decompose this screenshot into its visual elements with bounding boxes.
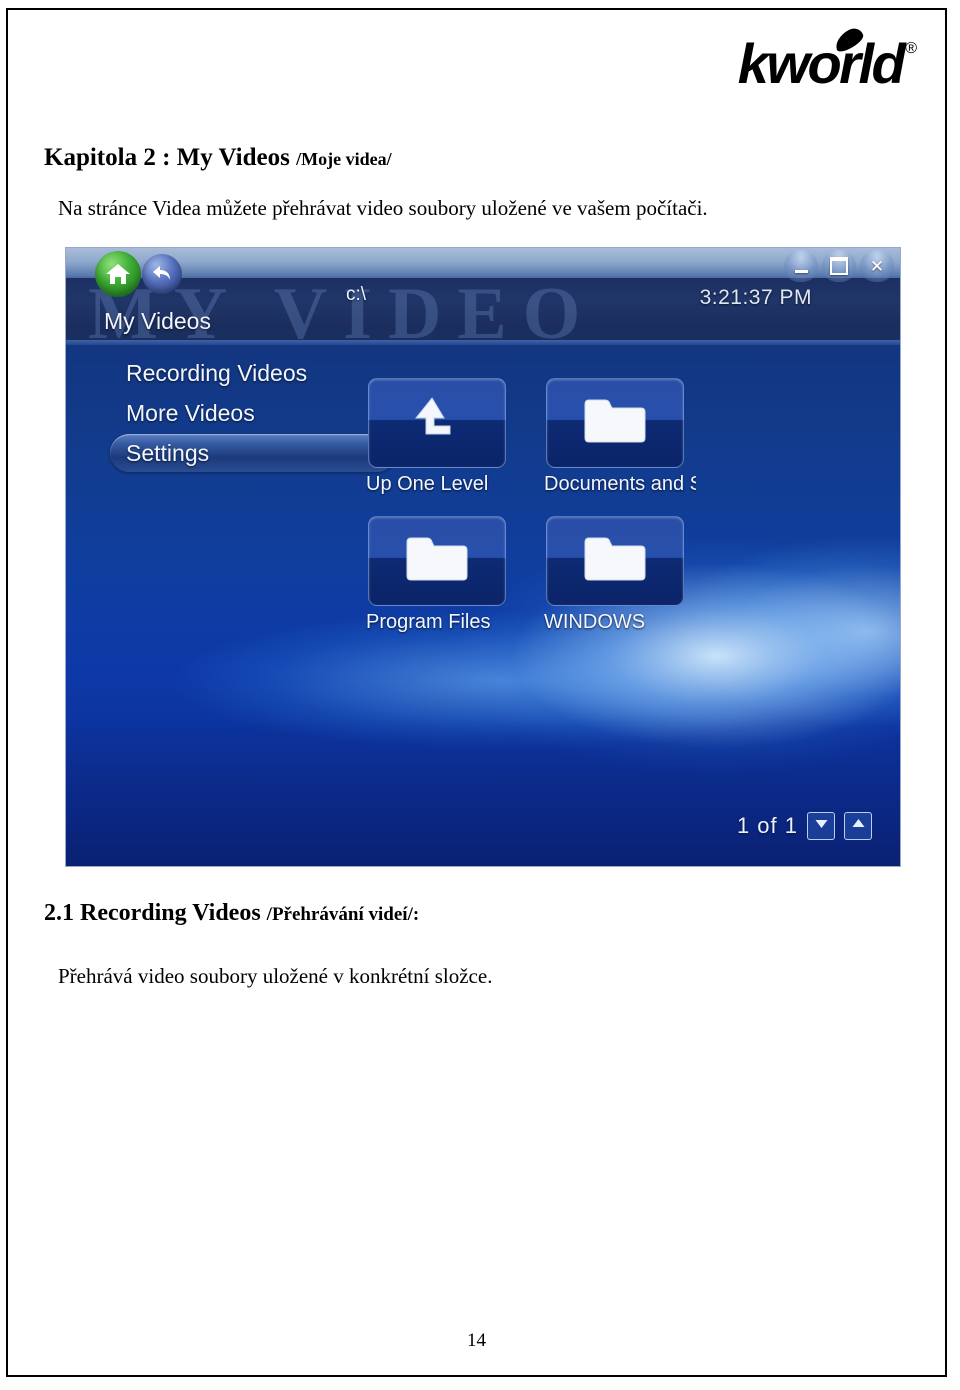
section-heading-main: 2.1 Recording Videos (44, 900, 267, 926)
sidebar-item-settings[interactable]: Settings (110, 434, 396, 472)
chapter-heading-translation: /Moje videa/ (296, 149, 392, 169)
tile-icon-box (546, 378, 684, 468)
pagination: 1 of 1 (737, 812, 872, 840)
window-controls: ✕ (784, 250, 894, 282)
clock: 3:21:37 PM (699, 286, 812, 309)
page-down-button[interactable] (807, 812, 835, 840)
tile-icon-box (368, 378, 506, 468)
back-button[interactable] (142, 254, 182, 294)
tile-label: WINDOWS (544, 611, 646, 633)
header-underline (66, 340, 900, 345)
header-sky-gradient (66, 248, 900, 282)
section-body-paragraph: Přehrává video soubory uložené v konkrét… (58, 964, 493, 988)
sidebar-item-recording-videos[interactable]: Recording Videos (110, 354, 410, 392)
maximize-icon (830, 257, 848, 275)
sidebar-item-label: Settings (126, 439, 210, 466)
application-screenshot: MY VIDEO My Videos c:\ 3:21:37 PM ✕ Reco… (65, 247, 901, 867)
close-icon: ✕ (869, 256, 885, 276)
folder-icon (401, 530, 473, 593)
section-heading-translation: /Přehrávání videí/: (266, 904, 420, 925)
document-page: kworld ® Kapitola 2 : My Videos /Moje vi… (6, 8, 947, 1377)
chevron-down-icon (814, 817, 829, 835)
close-button[interactable]: ✕ (860, 250, 894, 282)
page-up-button[interactable] (844, 812, 872, 840)
folder-icon (579, 392, 651, 455)
intro-paragraph: Na stránce Videa můžete přehrávat video … (58, 196, 708, 220)
chapter-heading-main: Kapitola 2 : My Videos (44, 144, 297, 171)
page-number: 14 (467, 1330, 486, 1351)
sidebar-menu: Recording Videos More Videos Settings (110, 354, 410, 474)
section-heading: 2.1 Recording Videos /Přehrávání videí/: (44, 900, 419, 927)
tile-icon-box (546, 516, 684, 606)
tile-documents-and-settings[interactable]: Documents and Settings (544, 378, 722, 496)
home-button[interactable] (95, 251, 141, 297)
sidebar-item-more-videos[interactable]: More Videos (110, 394, 410, 432)
maximize-button[interactable] (822, 250, 856, 282)
folder-icon (579, 530, 651, 593)
tile-label: Program Files (366, 611, 491, 633)
brand-wordmark: kworld (738, 24, 906, 92)
chevron-up-icon (851, 817, 866, 835)
page-indicator: 1 of 1 (736, 813, 798, 838)
folder-tile-grid: Up One Level Documents and Settings (366, 378, 896, 654)
minimize-button[interactable] (784, 250, 818, 282)
current-path: c:\ (346, 284, 367, 305)
app-title: My Videos (104, 308, 211, 334)
tile-program-files[interactable]: Program Files (366, 516, 544, 634)
up-arrow-icon (406, 390, 468, 457)
tile-label: Up One Level (366, 473, 489, 495)
app-header: MY VIDEO My Videos c:\ 3:21:37 PM ✕ (66, 248, 900, 345)
brand-wordmark-text: kworld (737, 32, 906, 95)
registered-trademark-symbol: ® (905, 40, 917, 57)
tile-label: Documents and Settings (544, 473, 696, 495)
tile-up-one-level[interactable]: Up One Level (366, 378, 544, 496)
back-arrow-icon (151, 263, 173, 285)
sidebar-item-label: Recording Videos (126, 359, 308, 386)
chapter-heading: Kapitola 2 : My Videos /Moje videa/ (44, 144, 392, 172)
home-icon (105, 262, 131, 286)
kworld-logo: kworld ® (738, 24, 917, 92)
sidebar-item-label: More Videos (126, 399, 255, 426)
tile-icon-box (368, 516, 506, 606)
tile-windows[interactable]: WINDOWS (544, 516, 722, 634)
minimize-icon (794, 269, 808, 273)
